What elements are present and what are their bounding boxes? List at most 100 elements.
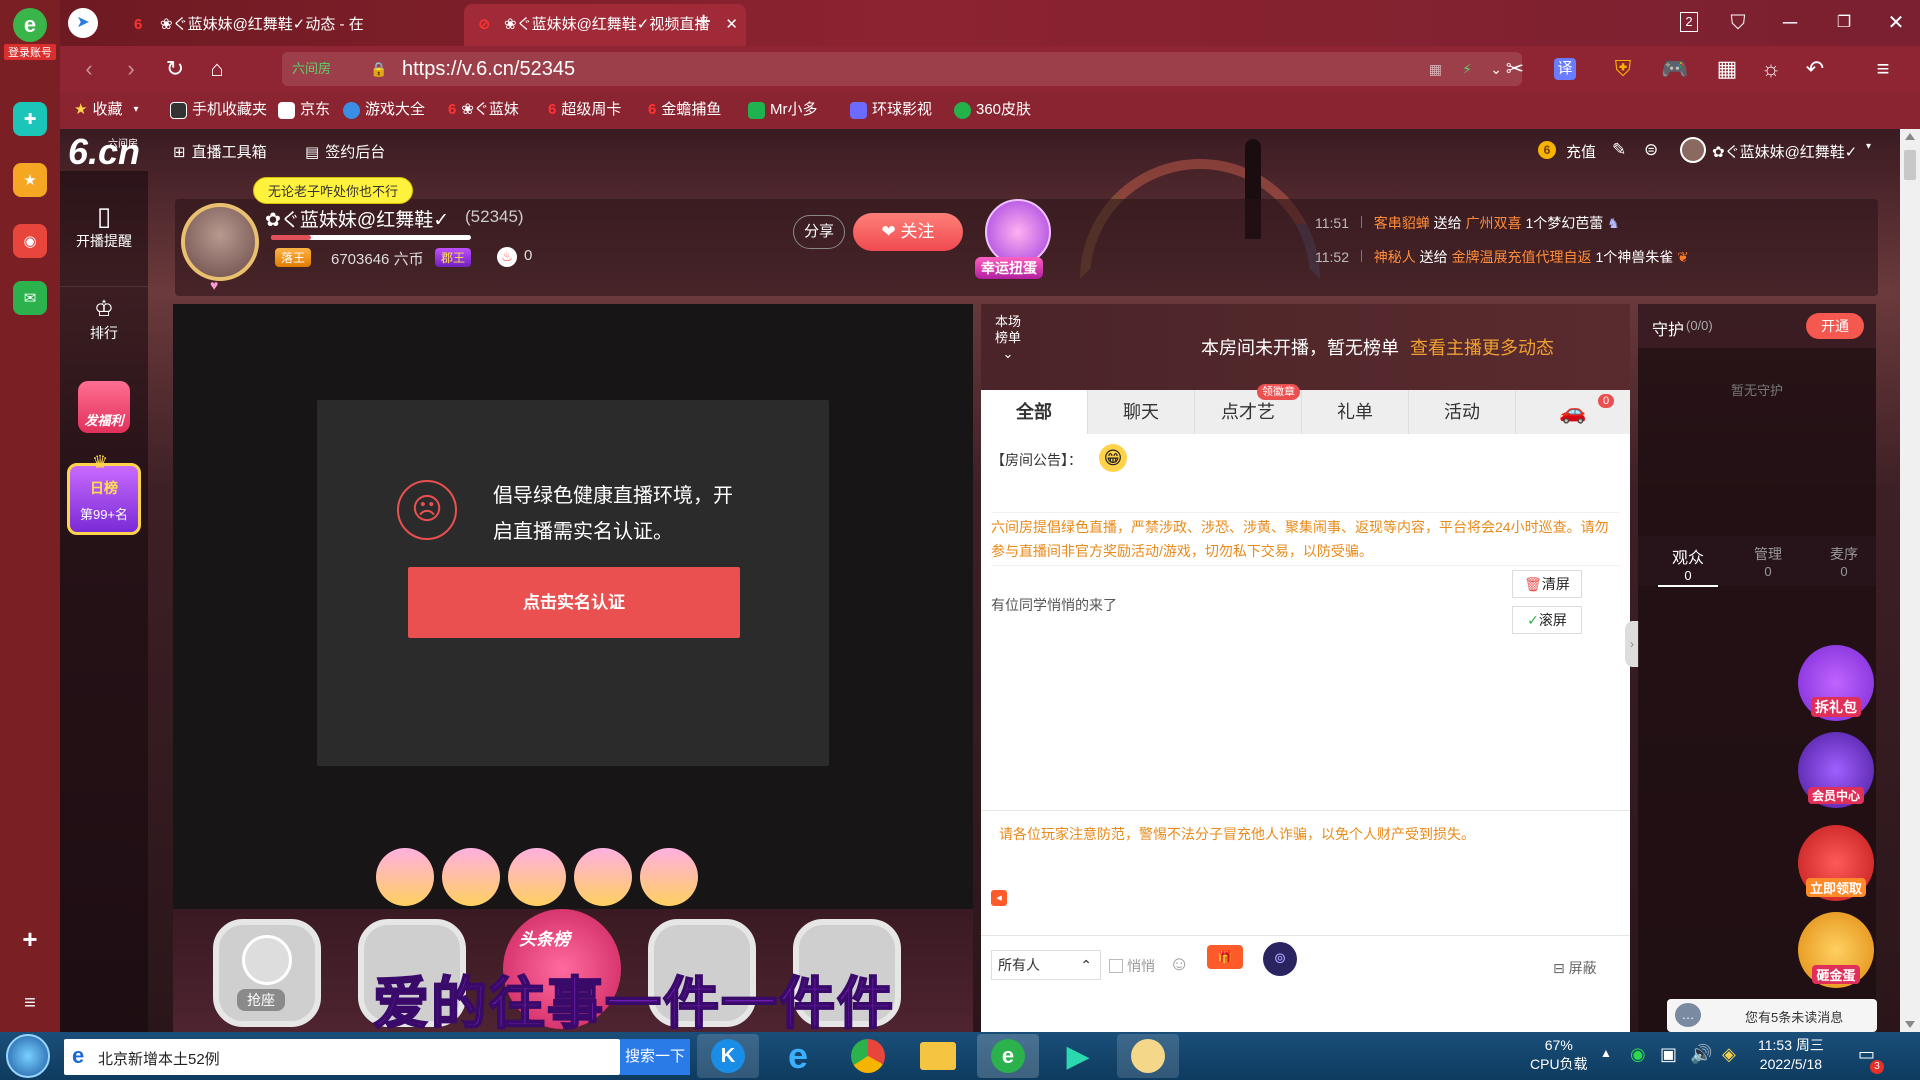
cut-icon[interactable]: ✂ [1500, 55, 1530, 83]
emoji-icon[interactable]: ☺ [1169, 953, 1189, 976]
tab-activity[interactable]: 活动 [1409, 390, 1516, 434]
bookmark-item[interactable]: 游戏大全 [343, 91, 425, 129]
welfare-nav[interactable]: 发福利 [60, 381, 148, 433]
page-scrollbar[interactable] [1900, 129, 1920, 1032]
navigate-icon[interactable]: ➤ [68, 8, 98, 38]
bookmark-favorites[interactable]: ★ 收藏 ▾ [74, 91, 139, 129]
bookmark-item[interactable]: 6 ❀ぐ蓝妹 [448, 91, 519, 129]
toolbox-link[interactable]: ⊞ 直播工具箱 [173, 141, 267, 162]
scroll-up-icon[interactable] [1905, 133, 1915, 140]
feed-from[interactable]: 客串貂蝉 [1374, 215, 1430, 231]
translate-icon[interactable]: 译 [1554, 58, 1576, 80]
bookmark-item[interactable]: 环球影视 [850, 91, 932, 129]
avatar[interactable] [1680, 137, 1706, 163]
clock[interactable]: 11:53 周三 2022/5/18 [1758, 1036, 1824, 1074]
refresh-icon[interactable]: ↻ [160, 55, 190, 83]
daily-rank-nav[interactable]: ♛ 日榜 第99+名 [60, 452, 148, 535]
game-icon[interactable]: 🎮 [1660, 55, 1690, 83]
weibo-icon[interactable]: ◉ [13, 224, 47, 258]
network-icon[interactable]: ▣ [1660, 1044, 1677, 1065]
shield-icon[interactable]: ⛨ [1608, 55, 1638, 83]
tab-count[interactable]: 2 [1680, 12, 1698, 32]
close-window-button[interactable]: ✕ [1882, 10, 1910, 36]
home-icon[interactable]: ⌂ [202, 55, 232, 83]
tab-gifts[interactable]: 礼单 [1302, 390, 1409, 434]
seat[interactable]: 抢座 [213, 919, 321, 1027]
bookmark-item[interactable]: 360皮肤 [954, 91, 1031, 129]
gift-pack-button[interactable]: 拆礼包 [1798, 645, 1874, 721]
collapse-handle[interactable]: › [1625, 621, 1639, 667]
clear-screen-button[interactable]: 🗑清屏 [1512, 570, 1582, 598]
menu-icon[interactable]: ≡ [1868, 55, 1898, 83]
unread-bar[interactable]: … 您有5条未读消息 [1667, 999, 1877, 1032]
lightning-icon[interactable]: ⚡ [1462, 52, 1472, 86]
minimize-button[interactable]: ─ [1776, 10, 1804, 36]
member-center-button[interactable]: 会员中心 [1798, 732, 1874, 808]
tab-chat[interactable]: 聊天 [1088, 390, 1195, 434]
bookmark-item[interactable]: Mr小多 [748, 91, 818, 129]
auth-button[interactable]: 点击实名认证 [408, 567, 740, 638]
bookmark-item[interactable]: 6 超级周卡 [548, 91, 621, 129]
tab-audience[interactable]: 观众 0 [1658, 544, 1718, 587]
tab-dynamics[interactable]: 6 ❀ぐ蓝妹妹@红舞鞋✓动态 - 在 [120, 4, 460, 46]
skin-icon[interactable]: ⛉ [1724, 10, 1752, 36]
url-bar[interactable]: 六间房 🔒 https://v.6.cn/52345 ▦ ⚡ ⌄ [282, 52, 1522, 86]
user-name[interactable]: ✿ぐ蓝妹妹@红舞鞋✓ [1712, 141, 1857, 162]
apps-grid-icon[interactable]: ▦ [1712, 55, 1742, 83]
chevron-down-icon[interactable]: ▾ [1866, 141, 1871, 152]
360-tray-icon[interactable]: ◉ [1630, 1044, 1646, 1065]
open-guard-button[interactable]: 开通 [1806, 313, 1864, 339]
add-icon[interactable]: + [13, 922, 47, 956]
tab-admin[interactable]: 管理 0 [1738, 544, 1798, 579]
share-button[interactable]: 分享 [793, 215, 845, 249]
feed-to[interactable]: 金牌温展充值代理自返 [1452, 249, 1592, 265]
welfare-icon[interactable]: 🎁 [1207, 945, 1243, 969]
chrome-icon[interactable] [837, 1034, 899, 1078]
message-icon[interactable]: ⊜ [1644, 140, 1658, 160]
claim-button[interactable]: 立即领取 [1798, 825, 1874, 901]
folder-icon[interactable] [907, 1034, 969, 1078]
ie-browser-icon[interactable]: e [767, 1034, 829, 1078]
kugou-icon[interactable]: K [697, 1034, 759, 1078]
bookmark-item[interactable]: 手机收藏夹 [170, 91, 267, 129]
new-tab-button[interactable]: + [696, 6, 711, 37]
lucky-egg-icon[interactable] [985, 199, 1051, 265]
follow-button[interactable]: ❤ 关注 [853, 213, 963, 251]
anchor-avatar[interactable] [181, 203, 259, 281]
scroll-down-icon[interactable] [1905, 1021, 1915, 1028]
vip-icon[interactable]: ⊚ [1263, 942, 1297, 976]
lucky-egg-label[interactable]: 幸运扭蛋 [975, 257, 1043, 279]
bookmark-item[interactable]: 京东 [278, 91, 330, 129]
search-button[interactable]: 搜索一下 [620, 1039, 690, 1075]
bookmark-item[interactable]: 6 金蟾捕鱼 [648, 91, 721, 129]
tab-talent[interactable]: 点才艺 领徽章 [1195, 384, 1302, 434]
star-icon[interactable]: ★ [13, 163, 47, 197]
scroll-thumb[interactable] [1904, 150, 1916, 180]
feed-to[interactable]: 广州双喜 [1466, 215, 1522, 231]
edit-icon[interactable]: ✎ [1612, 140, 1626, 160]
horn-icon[interactable]: ◂ [991, 890, 1007, 906]
scroll-screen-button[interactable]: ✓滚屏 [1512, 606, 1582, 634]
restore-button[interactable]: ❐ [1830, 10, 1858, 36]
menu-icon[interactable]: ≡ [13, 986, 47, 1020]
qr-icon[interactable]: ▦ [1429, 52, 1442, 86]
whisper-checkbox[interactable]: 悄悄 [1109, 956, 1155, 976]
volume-icon[interactable]: 🔊 [1690, 1044, 1712, 1065]
video-player-icon[interactable]: ▶ [1047, 1034, 1109, 1078]
feed-from[interactable]: 神秘人 [1374, 249, 1416, 265]
more-dynamics-link[interactable]: 查看主播更多动态 [1410, 338, 1554, 358]
ranking-nav[interactable]: ♔ 排行 [60, 286, 148, 343]
360-browser-task-icon[interactable]: e [977, 1034, 1039, 1078]
search-box[interactable]: e 北京新增本土52例 搜索一下 [64, 1039, 690, 1075]
tab-mic-order[interactable]: 麦序 0 [1814, 544, 1874, 579]
login-area[interactable]: e 登录账号 [4, 8, 56, 60]
start-button[interactable] [6, 1034, 50, 1078]
cpu-monitor[interactable]: 67% CPU负载 [1530, 1036, 1588, 1074]
sign-backend-link[interactable]: ▤ 签约后台 [305, 141, 385, 162]
plugin-icon[interactable]: ✚ [13, 102, 47, 136]
tab-all[interactable]: 全部 [981, 390, 1088, 434]
undo-icon[interactable]: ↶ [1800, 55, 1830, 83]
recharge-link[interactable]: 充值 [1566, 141, 1596, 162]
rank-label[interactable]: 本场 榜单 ⌄ [995, 314, 1021, 362]
tray-expand-icon[interactable]: ▲ [1600, 1046, 1612, 1060]
